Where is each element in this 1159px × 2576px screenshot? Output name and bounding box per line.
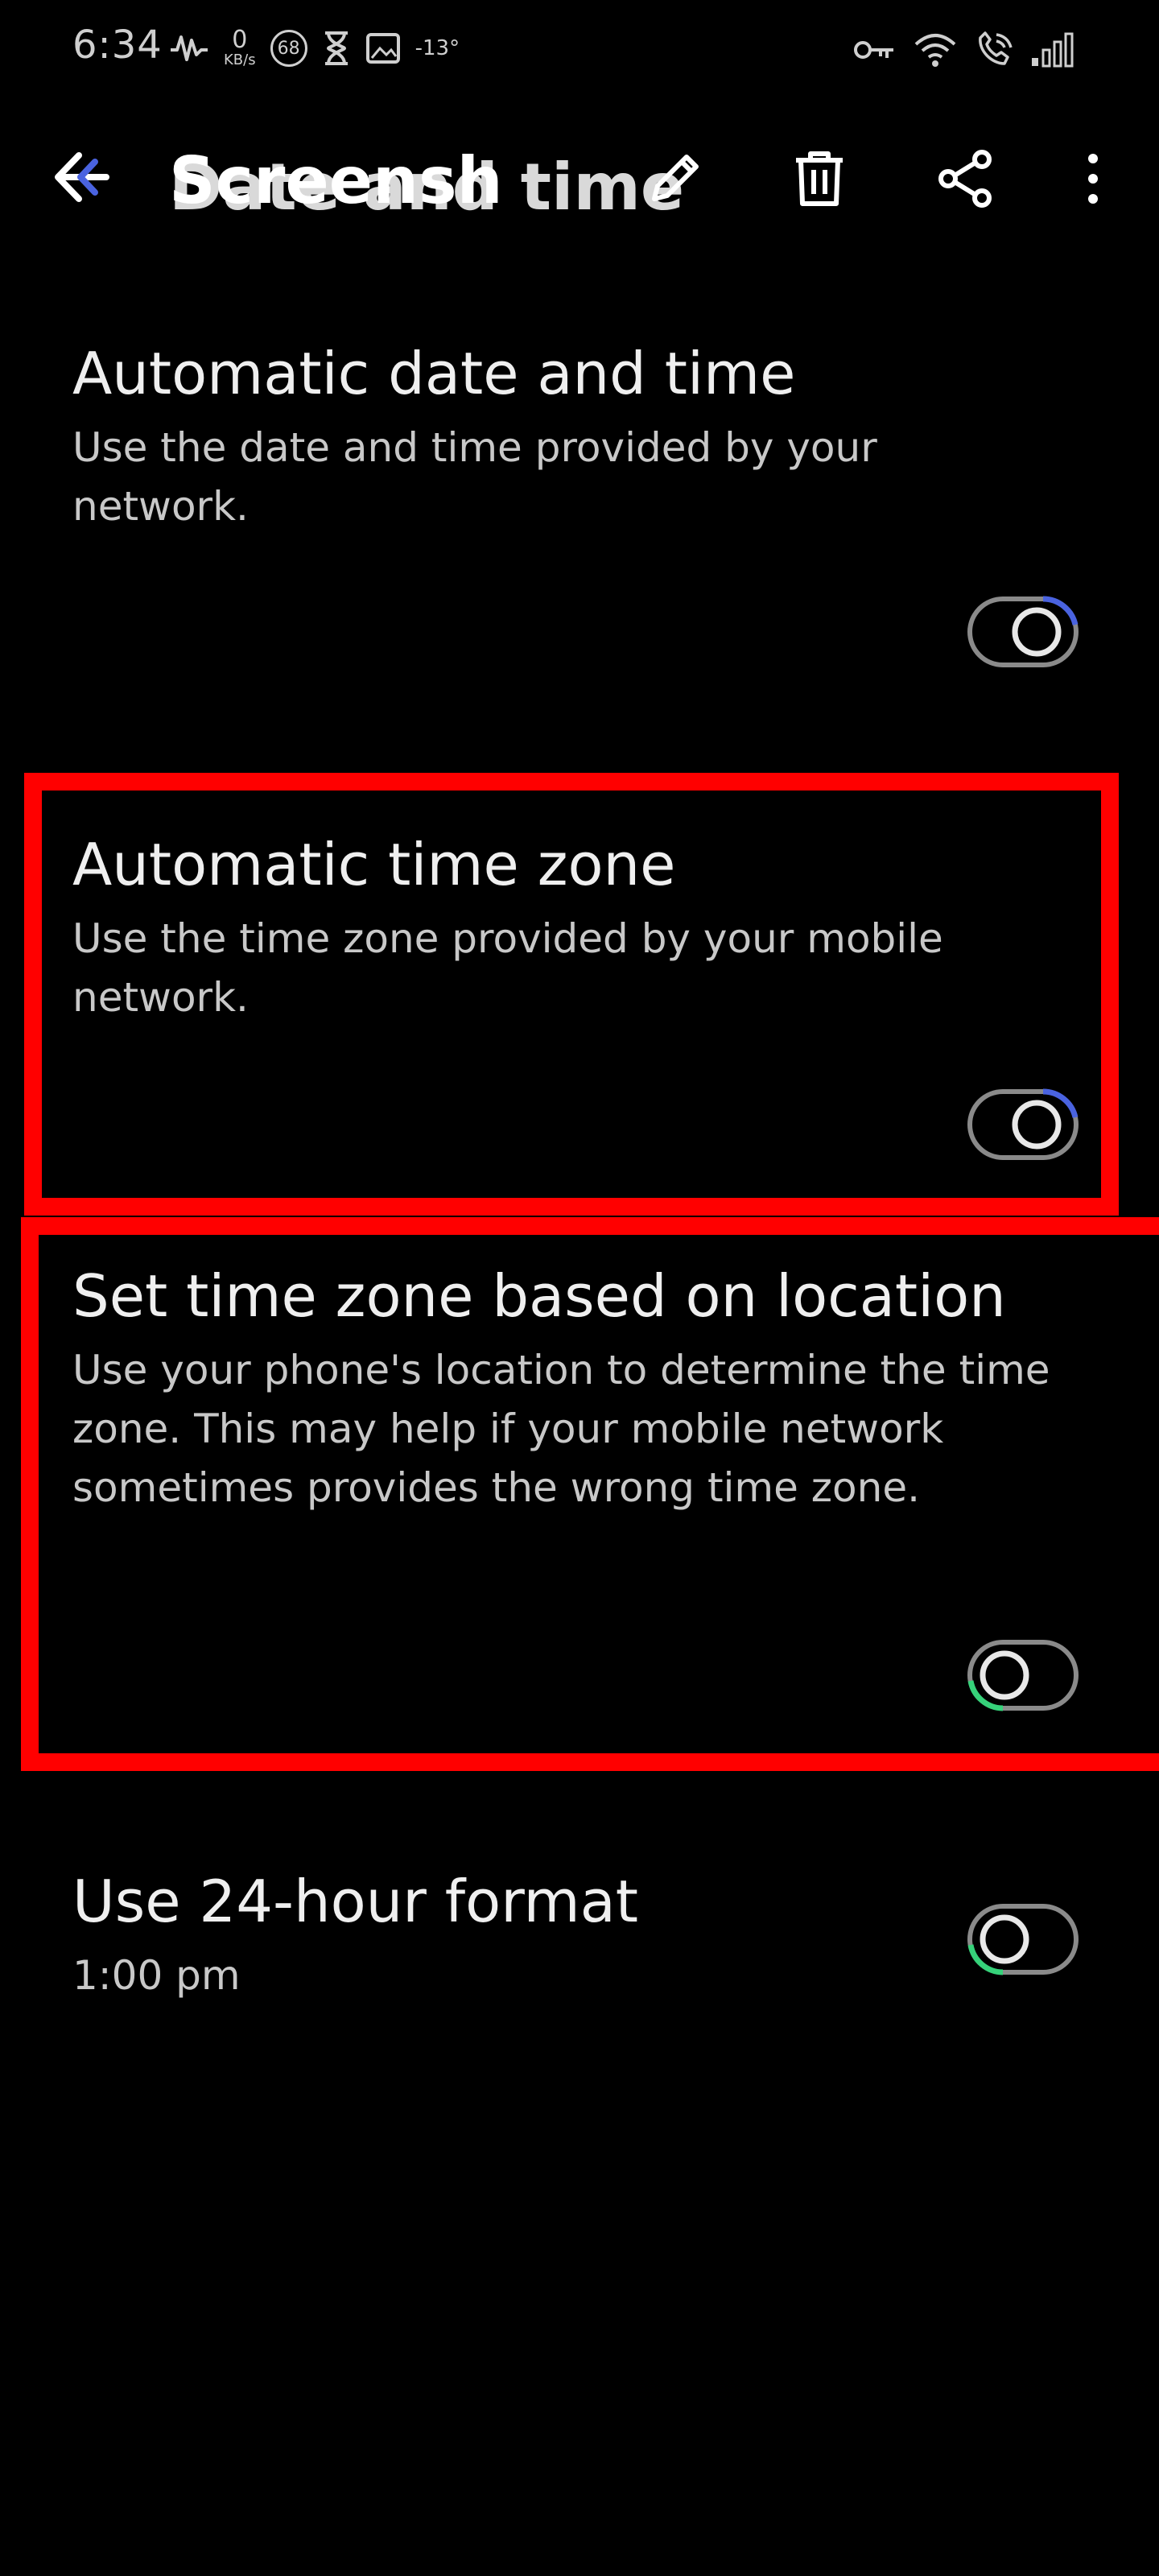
- temperature: -13°: [415, 36, 460, 60]
- setting-automatic-date-time[interactable]: Automatic date and time Use the date and…: [0, 330, 1159, 708]
- notification-count-badge: 68: [270, 30, 307, 67]
- image-icon: [365, 33, 400, 64]
- setting-subtitle: 1:00 pm: [72, 1952, 241, 1999]
- share-button[interactable]: [932, 145, 1000, 213]
- status-time: 6:34: [72, 23, 163, 68]
- setting-title: Automatic date and time: [72, 340, 796, 407]
- pencil-icon: [652, 155, 699, 201]
- highlight-box-location: [21, 1217, 1159, 1771]
- wifi-calling-icon: [979, 31, 1013, 65]
- more-vertical-icon: [1088, 154, 1098, 204]
- status-left-icons: 0 KB/s 68 -13°: [169, 24, 460, 72]
- setting-24-hour-format[interactable]: Use 24-hour format 1:00 pm: [0, 1860, 1159, 2045]
- toggle-on-icon: [967, 596, 1079, 667]
- automatic-date-time-toggle[interactable]: [963, 588, 1083, 676]
- page-title-text: Date and time: [169, 150, 685, 225]
- hourglass-icon: [324, 31, 348, 65]
- wifi-icon: [914, 34, 956, 67]
- edit-button[interactable]: [641, 145, 708, 213]
- top-app-bar: Screensh Date and time: [0, 121, 1159, 233]
- status-bar: 6:34 0 KB/s 68 -13°: [0, 0, 1159, 97]
- share-icon: [938, 150, 992, 208]
- toggle-off-icon: [967, 1904, 1079, 1975]
- page-title: Screensh Date and time: [169, 143, 684, 225]
- 24-hour-format-toggle[interactable]: [963, 1895, 1083, 1984]
- signal-icon: [1032, 32, 1074, 68]
- key-icon: [854, 41, 893, 59]
- highlight-box-time-zone: [24, 773, 1119, 1216]
- trash-icon: [796, 151, 843, 206]
- back-button[interactable]: [50, 141, 122, 213]
- setting-subtitle: Use the date and time provided by your n…: [72, 424, 877, 530]
- delete-button[interactable]: [786, 145, 853, 213]
- more-options-button[interactable]: [1059, 145, 1127, 213]
- network-speed: 0 KB/s: [224, 26, 256, 68]
- back-arrow-icon: [55, 152, 109, 202]
- setting-title: Use 24-hour format: [72, 1868, 639, 1935]
- status-right-icons: [853, 27, 1079, 72]
- activity-icon: [171, 35, 208, 61]
